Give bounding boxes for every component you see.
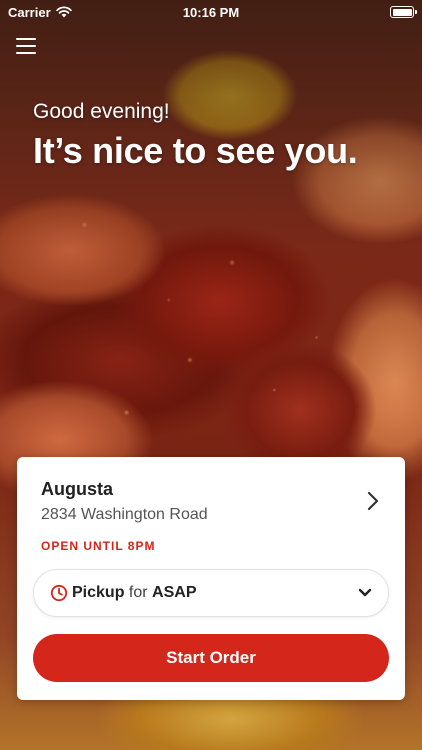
carrier-label: Carrier — [8, 4, 51, 20]
greeting-salutation: Good evening! — [33, 100, 170, 123]
store-address: 2834 Washington Road — [41, 506, 208, 523]
order-time: ASAP — [152, 584, 197, 601]
order-card: Augusta 2834 Washington Road OPEN UNTIL … — [17, 457, 405, 700]
status-time: 10:16 PM — [182, 4, 240, 20]
store-selector[interactable]: Augusta 2834 Washington Road — [41, 479, 385, 524]
pickup-summary: Pickup for ASAP — [72, 584, 358, 602]
wifi-icon — [55, 6, 72, 18]
status-carrier-group: Carrier — [8, 5, 148, 20]
order-method: Pickup — [72, 584, 125, 601]
chevron-right-icon — [367, 491, 379, 511]
store-name: Augusta — [41, 479, 113, 499]
start-order-button[interactable]: Start Order — [33, 634, 389, 682]
chevron-down-icon — [358, 588, 372, 597]
battery-icon — [390, 6, 417, 18]
pickup-time-select[interactable]: Pickup for ASAP — [33, 569, 389, 617]
greeting: Good evening! It’s nice to see you. — [33, 100, 402, 172]
clock-icon — [50, 584, 68, 602]
status-bar: Carrier 10:16 PM — [0, 0, 422, 24]
menu-icon[interactable] — [16, 38, 36, 54]
greeting-headline: It’s nice to see you. — [33, 130, 358, 171]
store-hours: OPEN UNTIL 8PM — [41, 539, 156, 553]
order-connector: for — [128, 584, 148, 601]
